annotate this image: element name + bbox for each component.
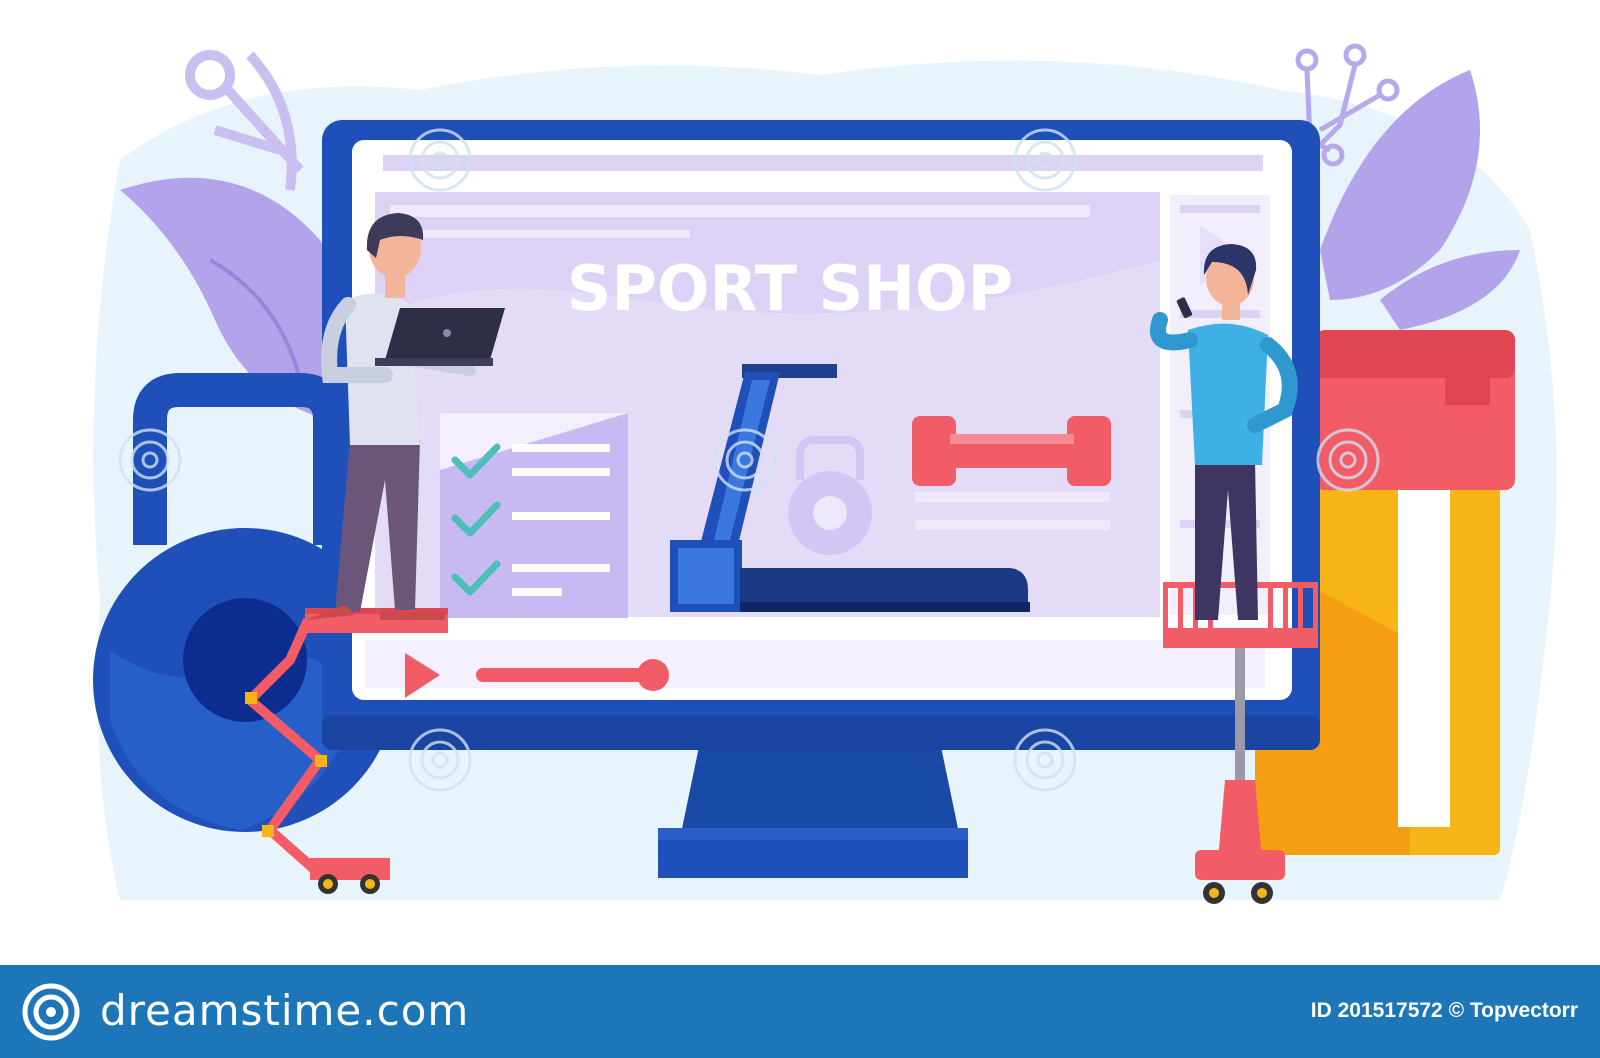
monitor-stand [658, 742, 968, 878]
checklist-card [440, 413, 628, 618]
progress-knob [637, 659, 669, 691]
screen-title: SPORT SHOP [567, 252, 1013, 325]
dreamstime-logo-icon [22, 983, 80, 1041]
footer-brand[interactable]: dreamstime.com [100, 985, 469, 1037]
footer-credit: ID 201517572 © Topvectorr [1310, 999, 1578, 1022]
illustration-scene: SPORT SHOP [0, 0, 1600, 965]
monitor-bezel-shadow [322, 715, 1320, 750]
progress-track [476, 668, 656, 682]
screen-top-bar [383, 155, 1263, 171]
footer-bar: dreamstime.com ID 201517572 © Topvectorr [0, 965, 1600, 1058]
